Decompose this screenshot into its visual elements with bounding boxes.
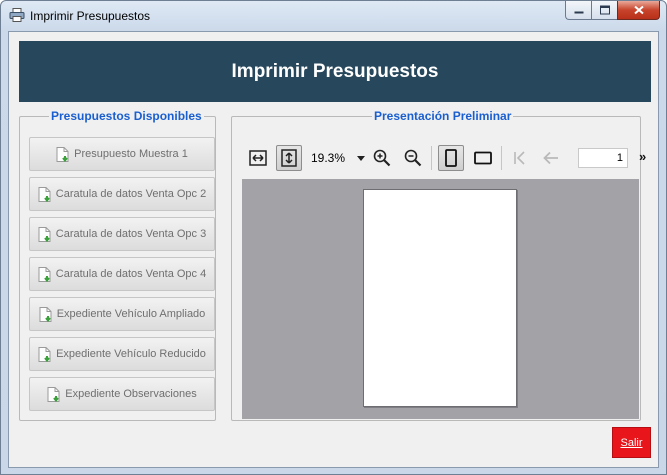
previous-page-button[interactable] [538,145,564,171]
exit-button[interactable]: Salir [612,427,651,458]
client-area: Imprimir Presupuestos Presupuestos Dispo… [8,31,659,468]
document-download-icon [39,306,52,322]
report-button-expediente-reducido[interactable]: Expediente Vehículo Reducido [29,337,215,371]
report-button-expediente-observaciones[interactable]: Expediente Observaciones [29,377,215,411]
window-title: Imprimir Presupuestos [30,9,151,23]
document-download-icon [56,146,69,162]
report-button-label: Caratula de datos Venta Opc 2 [55,188,207,200]
document-download-icon [38,266,51,282]
available-budgets-group: Presupuestos Disponibles Presupuesto Mue… [19,109,216,421]
report-button-label: Caratula de datos Venta Opc 4 [55,268,207,280]
report-button-label: Expediente Observaciones [65,388,197,400]
first-page-button[interactable] [507,145,533,171]
preview-area[interactable] [242,179,639,419]
report-button-label: Presupuesto Muestra 1 [74,148,188,160]
document-download-icon [38,346,51,362]
document-download-icon [47,386,60,402]
more-options-button[interactable]: » [639,149,646,164]
available-budgets-legend: Presupuestos Disponibles [49,109,204,123]
header-banner: Imprimir Presupuestos [19,41,651,102]
zoom-select[interactable]: 19.3% [307,148,368,168]
fit-height-button[interactable] [276,145,302,171]
landscape-icon [474,151,492,165]
document-download-icon [38,226,51,242]
report-button-label: Expediente Vehículo Reducido [56,348,206,360]
zoom-in-icon [373,149,391,167]
portrait-icon [445,149,457,167]
close-icon [633,5,644,15]
maximize-button[interactable] [591,1,617,20]
report-button-presupuesto-muestra-1[interactable]: Presupuesto Muestra 1 [29,137,215,171]
window-controls [565,1,660,21]
portrait-button[interactable] [438,145,464,171]
preview-group: Presentación Preliminar 19.3% 1 » [231,109,646,421]
fit-width-button[interactable] [245,145,271,171]
zoom-out-button[interactable] [400,145,426,171]
maximize-icon [599,5,610,15]
printer-icon [9,8,25,22]
preview-page [363,189,517,407]
previous-page-icon [543,151,558,165]
page-title: Imprimir Presupuestos [231,61,439,82]
close-button[interactable] [617,1,660,20]
toolbar-separator [431,146,432,170]
toolbar-separator [501,146,502,170]
zoom-in-button[interactable] [369,145,395,171]
fit-width-icon [249,150,267,166]
landscape-button[interactable] [470,145,496,171]
report-button-label: Caratula de datos Venta Opc 3 [55,228,207,240]
report-button-caratula-opc-4[interactable]: Caratula de datos Venta Opc 4 [29,257,215,291]
first-page-icon [514,151,525,165]
preview-legend: Presentación Preliminar [372,109,514,123]
report-button-caratula-opc-2[interactable]: Caratula de datos Venta Opc 2 [29,177,215,211]
report-button-label: Expediente Vehículo Ampliado [56,308,206,320]
preview-toolbar: 19.3% 1 » [245,145,646,171]
window: Imprimir Presupuestos Imprimir Presupues… [0,0,667,475]
fit-height-icon [281,149,297,167]
report-button-caratula-opc-3[interactable]: Caratula de datos Venta Opc 3 [29,217,215,251]
page-number-input[interactable]: 1 [578,148,628,168]
minimize-icon [574,11,583,14]
zoom-value: 19.3% [311,151,346,165]
zoom-out-icon [404,149,422,167]
title-bar[interactable]: Imprimir Presupuestos [1,1,666,31]
document-download-icon [38,186,51,202]
minimize-button[interactable] [565,1,591,20]
report-button-expediente-ampliado[interactable]: Expediente Vehículo Ampliado [29,297,215,331]
chevron-down-icon [357,156,365,161]
